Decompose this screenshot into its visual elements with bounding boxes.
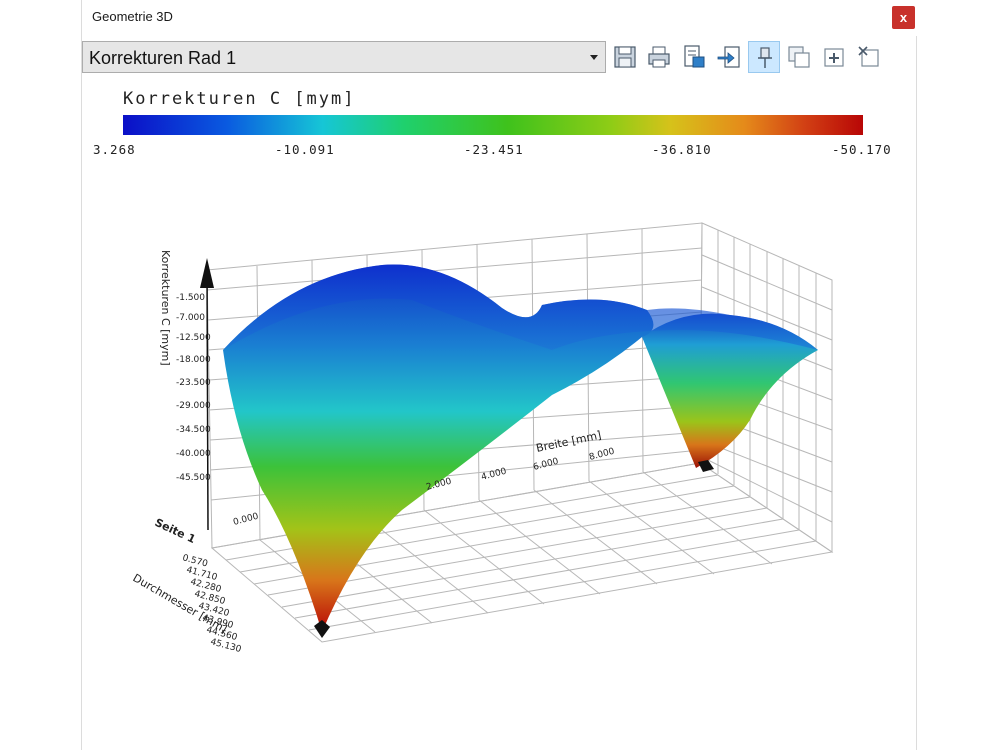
z-axis-arrow <box>200 258 214 288</box>
color-scale-bar <box>123 115 863 135</box>
z-tick: -34.500 <box>176 425 211 435</box>
z-tick: -12.500 <box>176 333 211 343</box>
x-tick: 4.000 <box>480 466 508 482</box>
z-axis-label: Korrekturen C [mym] <box>159 250 172 366</box>
save-button[interactable] <box>609 41 641 73</box>
legend-tick: -50.170 <box>832 142 892 157</box>
z-tick: -7.000 <box>176 313 205 323</box>
add-window-icon <box>824 48 844 67</box>
close-window-icon <box>858 46 879 67</box>
print-icon <box>648 46 670 68</box>
print-preview-icon <box>684 45 705 68</box>
z-tick: -18.000 <box>176 355 211 365</box>
x-tick: 0.000 <box>232 511 260 527</box>
window-title: Geometrie 3D <box>92 9 173 24</box>
print-preview-button[interactable] <box>678 41 710 73</box>
dataset-select[interactable]: Korrekturen Rad 1 <box>82 41 606 73</box>
close-button[interactable]: x <box>892 6 915 29</box>
z-tick: -23.500 <box>176 378 211 388</box>
title-bar: Geometrie 3D x <box>82 0 918 36</box>
z-tick: -29.000 <box>176 401 211 411</box>
pin-icon <box>758 47 772 68</box>
dataset-select-value: Korrekturen Rad 1 <box>89 48 237 68</box>
geometrie-3d-window: Geometrie 3D x Korrekturen Rad 1 Korrekt… <box>81 0 918 750</box>
save-icon <box>614 46 636 68</box>
export-button[interactable] <box>713 41 745 73</box>
legend-tick: -23.451 <box>464 142 524 157</box>
export-icon <box>717 46 740 68</box>
legend-title: Korrekturen C [mym] <box>123 89 356 109</box>
z-tick: -40.000 <box>176 449 211 459</box>
surface-plot[interactable]: -1.500 -7.000 -12.500 -18.000 -23.500 -2… <box>82 180 918 680</box>
z-axis-line <box>206 267 209 531</box>
copy-window-button[interactable] <box>783 41 815 73</box>
side-label: Seite 1 <box>153 516 198 546</box>
legend-tick: -36.810 <box>652 142 712 157</box>
z-tick: -1.500 <box>176 293 205 303</box>
close-window-button[interactable] <box>853 41 885 73</box>
legend-tick: -10.091 <box>275 142 335 157</box>
chevron-down-icon <box>590 55 598 60</box>
print-button[interactable] <box>643 41 675 73</box>
x-tick: 6.000 <box>532 456 560 472</box>
legend-tick: 3.268 <box>93 142 136 157</box>
copy-window-icon <box>788 46 810 68</box>
add-window-button[interactable] <box>818 41 850 73</box>
x-axis-label: Breite [mm] <box>535 428 603 454</box>
z-tick: -45.500 <box>176 473 211 483</box>
pin-button[interactable] <box>748 41 780 73</box>
